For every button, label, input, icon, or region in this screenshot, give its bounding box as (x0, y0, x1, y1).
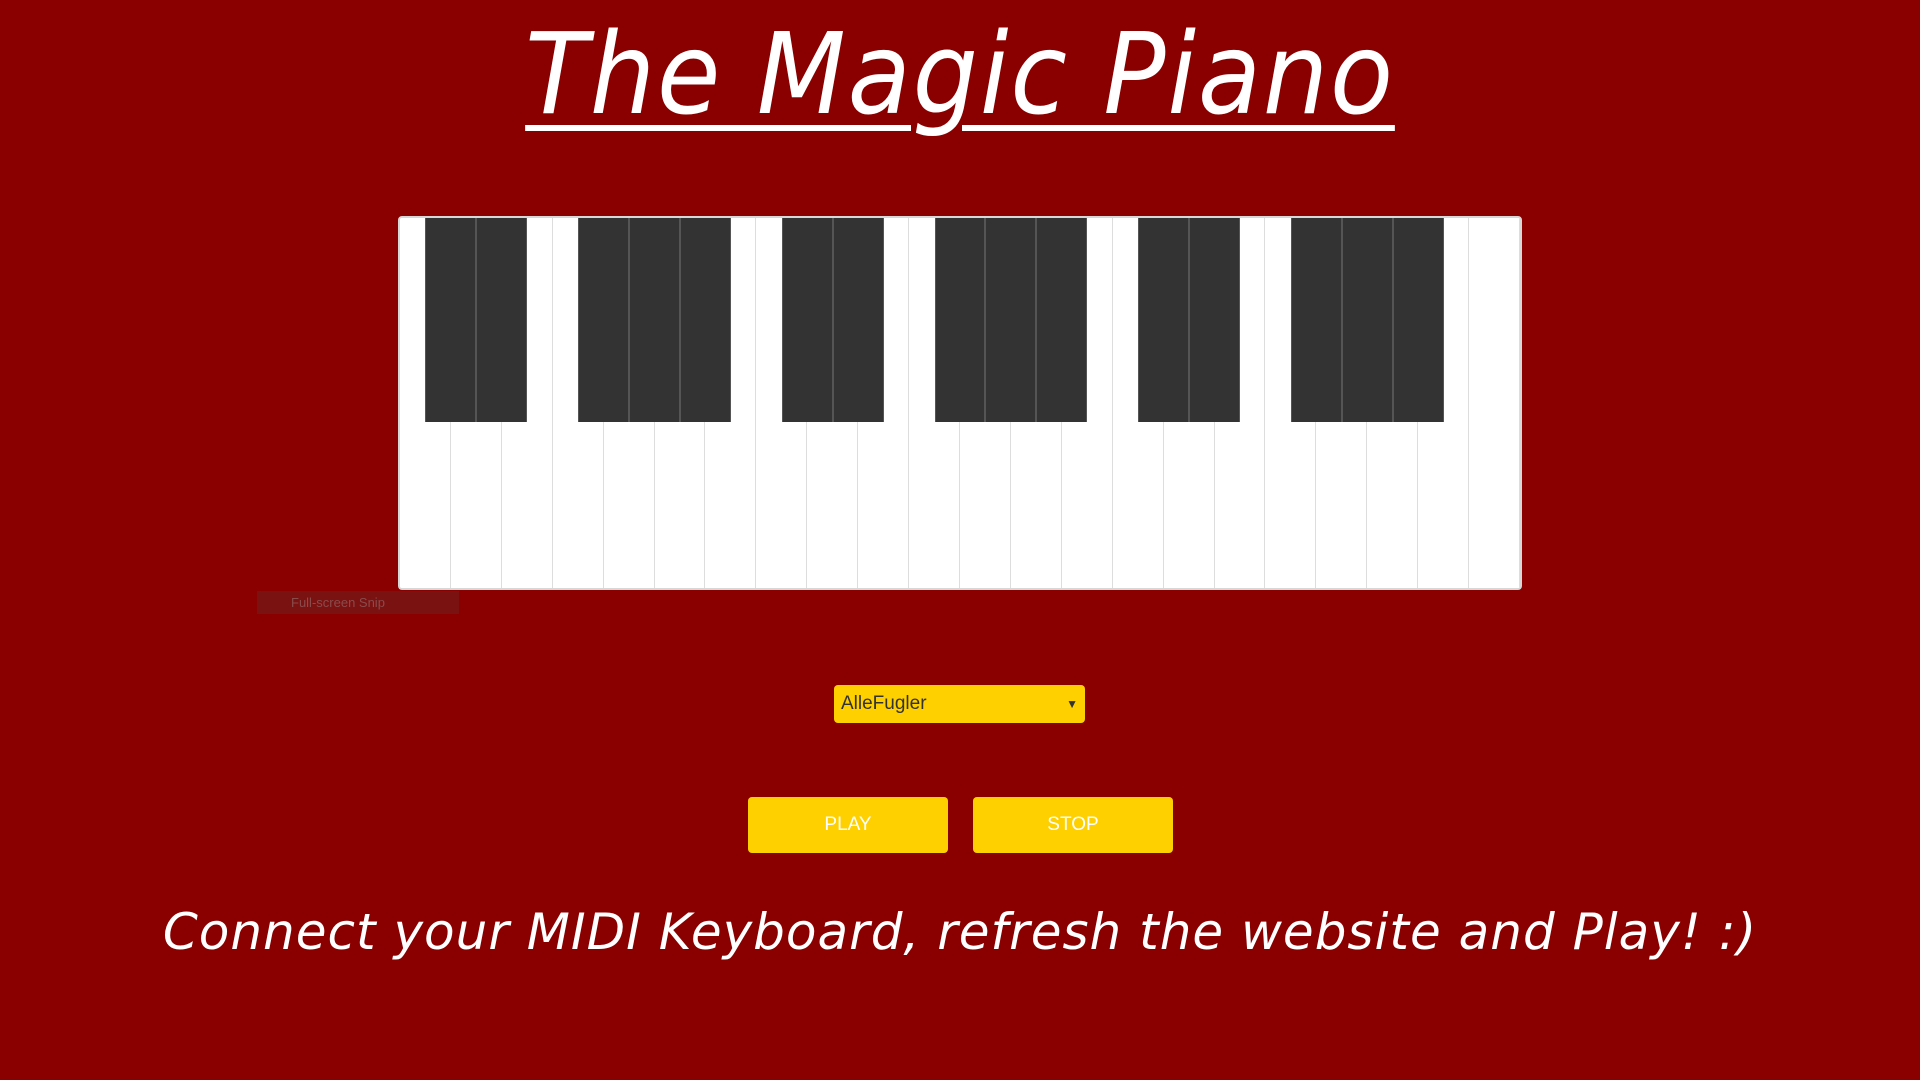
song-select[interactable]: AlleFugler ▼ (834, 685, 1085, 723)
page-title-text: The Magic Piano (525, 10, 1395, 140)
black-key[interactable] (934, 218, 986, 422)
black-key[interactable] (425, 218, 477, 422)
black-key[interactable] (1189, 218, 1240, 422)
instructions-text: Connect your MIDI Keyboard, refresh the … (162, 903, 1758, 961)
black-key[interactable] (832, 218, 884, 422)
black-key[interactable] (781, 218, 833, 422)
black-key[interactable] (680, 218, 731, 422)
black-key[interactable] (1036, 218, 1088, 422)
white-key[interactable] (1469, 218, 1520, 588)
play-button[interactable]: PLAY (748, 797, 948, 853)
black-key[interactable] (1341, 218, 1393, 422)
snip-tooltip: Full-screen Snip (257, 591, 459, 614)
black-key[interactable] (476, 218, 528, 422)
song-select-value: AlleFugler (841, 693, 927, 714)
black-key[interactable] (629, 218, 680, 422)
page: The Magic Piano Full-screen Snip AlleFug… (0, 0, 1920, 1080)
page-title: The Magic Piano (77, 0, 1843, 150)
stop-button[interactable]: STOP (973, 797, 1173, 853)
black-key[interactable] (985, 218, 1037, 422)
black-key[interactable] (1392, 218, 1444, 422)
black-key[interactable] (578, 218, 630, 422)
piano-keyboard[interactable] (398, 216, 1522, 590)
black-key[interactable] (1290, 218, 1342, 422)
chevron-down-icon: ▼ (1066, 697, 1078, 711)
black-key[interactable] (1138, 218, 1190, 422)
